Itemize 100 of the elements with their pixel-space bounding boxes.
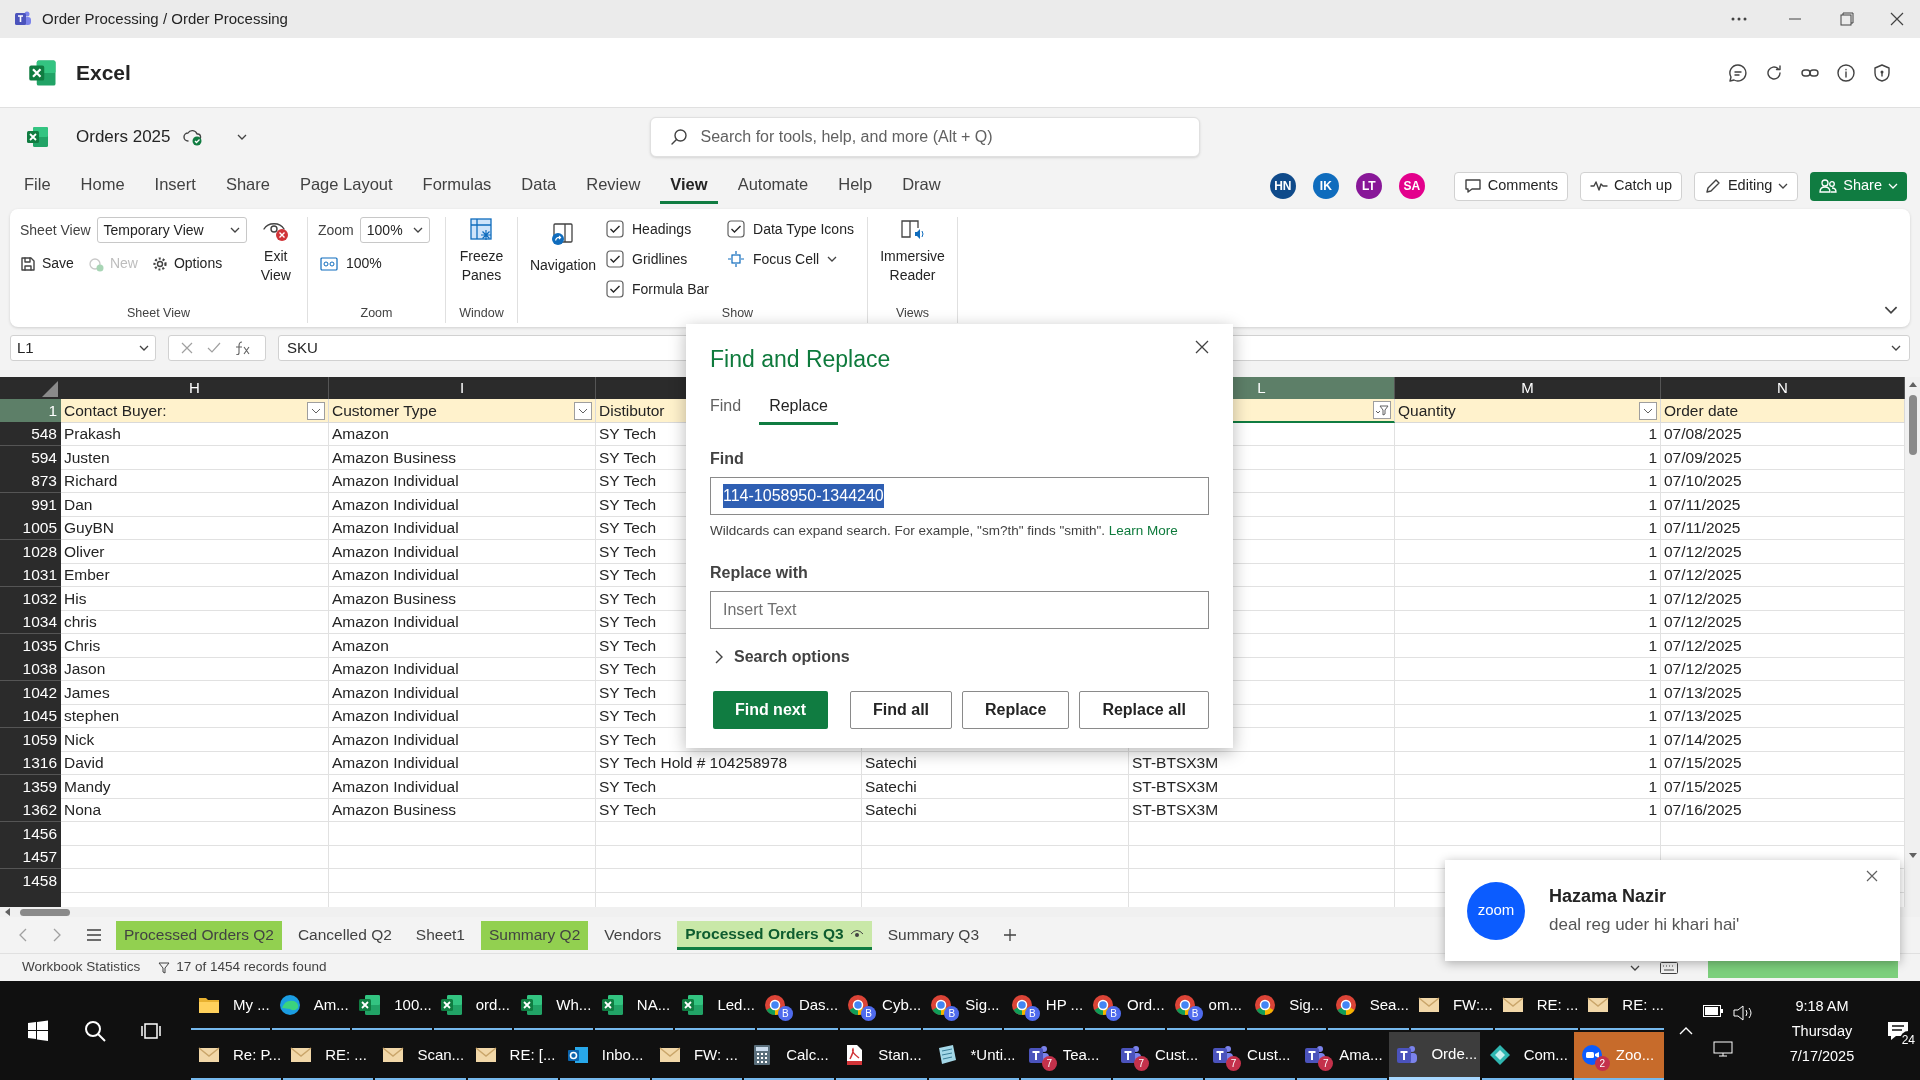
table-cell: 07/16/2025 — [1661, 798, 1905, 823]
table-cell: GuyBN — [61, 516, 329, 541]
table-cell: Prakash — [61, 422, 329, 447]
table-cell: 1 — [1395, 751, 1661, 776]
table-cell: ST-BTSX3M — [1129, 751, 1395, 776]
table-cell: 07/11/2025 — [1661, 492, 1905, 517]
table-cell: Ember — [61, 563, 329, 588]
table-cell: 07/12/2025 — [1661, 657, 1905, 682]
table-cell: 1 — [1395, 680, 1661, 705]
table-cell: Satechi — [862, 798, 1129, 823]
field-label: Sheet View — [20, 220, 91, 240]
header-text: Quantity — [1398, 401, 1456, 421]
app-name: Excel — [76, 59, 131, 86]
table-cell: chris — [61, 610, 329, 635]
table-cell: David — [61, 751, 329, 776]
table-cell: Satechi — [862, 774, 1129, 799]
table-cell: His — [61, 586, 329, 611]
table-cell: Amazon Individual — [329, 539, 596, 564]
table-cell: ST-BTSX3M — [1129, 798, 1395, 823]
table-cell: 07/14/2025 — [1661, 727, 1905, 752]
table-cell: 07/12/2025 — [1661, 633, 1905, 658]
table-cell: Satechi — [862, 751, 1129, 776]
field-label: Find — [710, 448, 745, 469]
table-cell: Amazon Individual — [329, 657, 596, 682]
table-cell: 07/09/2025 — [1661, 445, 1905, 470]
table-cell: 07/12/2025 — [1661, 563, 1905, 588]
table-cell: 1 — [1395, 563, 1661, 588]
dialog-title: Find and Replace — [710, 345, 891, 374]
group-label: Show — [721, 305, 754, 323]
table-cell: 1 — [1395, 798, 1661, 823]
table-cell: 1 — [1395, 657, 1661, 682]
table-cell: Chris — [61, 633, 329, 658]
header-text: Distibutor — [599, 401, 665, 421]
table-cell: Amazon Individual — [329, 492, 596, 517]
table-cell: 1 — [1395, 422, 1661, 447]
table-cell: Amazon Business — [329, 445, 596, 470]
table-cell: Amazon Individual — [329, 680, 596, 705]
field-label: Zoom — [318, 220, 354, 240]
table-cell: Dan — [61, 492, 329, 517]
header-text: Contact Buyer: — [64, 401, 167, 421]
badge: 7 — [1318, 1056, 1334, 1071]
table-cell: SY Tech — [596, 774, 862, 799]
status-text: 17 of 1454 records found — [176, 958, 327, 977]
table-cell: 07/13/2025 — [1661, 704, 1905, 729]
table-cell: 1 — [1395, 492, 1661, 517]
table-cell: Amazon Individual — [329, 751, 596, 776]
table-cell: 1 — [1395, 586, 1661, 611]
group-label: Sheet View — [127, 305, 190, 323]
table-cell: Justen — [61, 445, 329, 470]
table-cell: 1 — [1395, 727, 1661, 752]
zoom-logo: zoom — [1467, 881, 1525, 940]
table-cell: 1 — [1395, 633, 1661, 658]
field-label: Replace with — [710, 562, 809, 583]
sender-name: Hazama Nazir — [1549, 885, 1668, 909]
message-text: deal reg uder hi khari hai' — [1549, 914, 1741, 937]
header-text: Customer Type — [332, 401, 437, 421]
table-cell: 07/10/2025 — [1661, 469, 1905, 494]
badge: B — [1106, 1006, 1122, 1021]
table-cell: Nona — [61, 798, 329, 823]
table-cell: 1 — [1395, 774, 1661, 799]
table-cell: 07/12/2025 — [1661, 586, 1905, 611]
table-cell: 07/15/2025 — [1661, 751, 1905, 776]
window-title: Order Processing / Order Processing — [42, 8, 288, 29]
table-cell: SY Tech — [596, 798, 862, 823]
table-cell: Amazon Individual — [329, 727, 596, 752]
table-cell: 1 — [1395, 469, 1661, 494]
badge: B — [944, 1006, 960, 1021]
table-cell: Richard — [61, 469, 329, 494]
table-cell: Amazon Individual — [329, 469, 596, 494]
table-cell: Amazon — [329, 633, 596, 658]
table-cell: 1 — [1395, 610, 1661, 635]
group-label: Views — [895, 305, 930, 323]
table-cell: Amazon Individual — [329, 516, 596, 541]
table-cell: 1 — [1395, 704, 1661, 729]
table-cell: 1 — [1395, 516, 1661, 541]
table-cell: 07/12/2025 — [1661, 539, 1905, 564]
table-cell: SY Tech Hold # 104258978 — [596, 751, 862, 776]
table-cell: Nick — [61, 727, 329, 752]
badge: 7 — [1226, 1056, 1242, 1071]
table-cell: Jason — [61, 657, 329, 682]
table-cell: Amazon Business — [329, 798, 596, 823]
table-cell: Mandy — [61, 774, 329, 799]
table-cell: 07/15/2025 — [1661, 774, 1905, 799]
table-cell: James — [61, 680, 329, 705]
table-cell: 07/08/2025 — [1661, 422, 1905, 447]
badge: B — [861, 1006, 877, 1021]
document-name: Orders 2025 — [76, 125, 171, 148]
table-cell: 1 — [1395, 445, 1661, 470]
table-cell: Amazon — [329, 422, 596, 447]
table-cell: Oliver — [61, 539, 329, 564]
group-label: Window — [459, 305, 504, 323]
table-cell: 07/12/2025 — [1661, 610, 1905, 635]
table-cell: 07/11/2025 — [1661, 516, 1905, 541]
table-cell: ST-BTSX3M — [1129, 774, 1395, 799]
table-cell: 07/13/2025 — [1661, 680, 1905, 705]
group-label: Zoom — [360, 305, 393, 323]
table-cell: stephen — [61, 704, 329, 729]
table-cell: Amazon Individual — [329, 704, 596, 729]
table-cell: Amazon Individual — [329, 563, 596, 588]
table-cell: Amazon Individual — [329, 610, 596, 635]
